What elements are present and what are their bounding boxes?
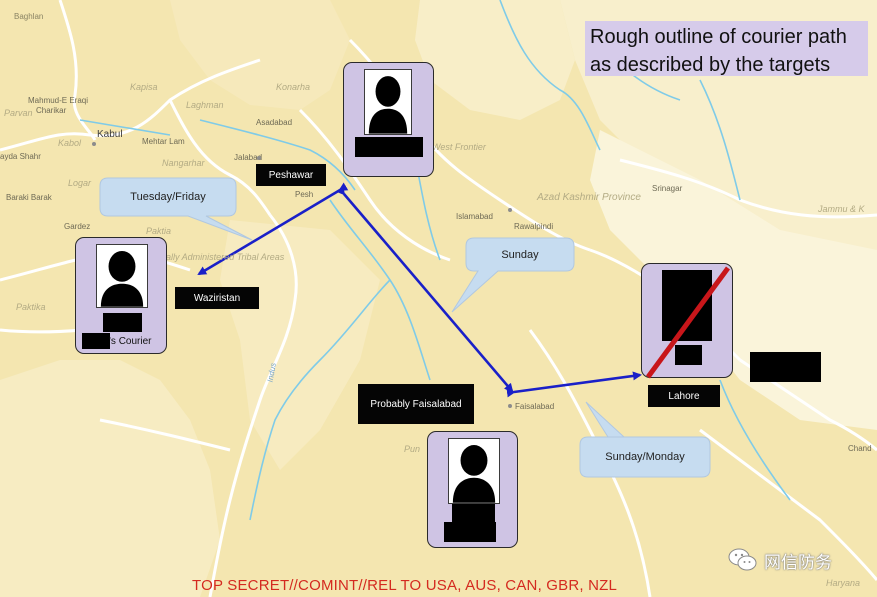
place-logar: Logar (68, 178, 92, 188)
card-waziristan: 's Courier (75, 237, 167, 354)
place-islamabad: Islamabad (456, 212, 493, 221)
place-kapisa: Kapisa (130, 82, 158, 92)
place-chand: Chand (848, 444, 872, 453)
place-administered-areas: ally Administered Tribal Areas (166, 252, 285, 262)
callout-sunday: Sunday (501, 248, 539, 261)
place-parvan: Parvan (4, 108, 33, 118)
place-gardez: Gardez (64, 222, 91, 231)
place-charikar: Charikar (36, 106, 67, 115)
redacted-block (355, 137, 423, 157)
place-kabul: Kabul (97, 129, 123, 140)
place-nangarhar: Nangarhar (162, 158, 205, 168)
place-kabol: Kabol (58, 138, 82, 148)
card-faisalabad (427, 431, 518, 548)
place-pesh: Pesh (295, 190, 314, 199)
label-waziristan: Waziristan (175, 287, 259, 309)
card-peshawar (343, 62, 434, 177)
person-silhouette-icon (96, 244, 148, 308)
city-dot-faisalabad (508, 404, 512, 408)
city-dot-jalabad (257, 156, 261, 160)
label-lahore: Lahore (648, 385, 720, 407)
redacted-block (444, 522, 496, 542)
place-west-frontier: West Frontier (432, 142, 486, 152)
strike-through-mark (645, 266, 731, 379)
place-baghlan: Baghlan (14, 12, 44, 21)
place-mahmud-e-eraqi: Mahmud-E Eraqi (28, 96, 89, 105)
place-jammu: Jammu & K (818, 204, 865, 214)
label-probably-faisalabad: Probably Faisalabad (358, 384, 474, 424)
callout-tuesday-friday: Tuesday/Friday (130, 191, 206, 203)
person-silhouette-icon (448, 438, 500, 504)
place-faisalabad: Faisalabad (515, 402, 555, 411)
place-haryana: Haryana (826, 578, 861, 588)
place-paktika: Paktika (16, 302, 46, 312)
place-ayda-shahr: ayda Shahr (0, 152, 41, 161)
redacted-block (750, 352, 821, 382)
redacted-block (103, 313, 142, 332)
place-konarha: Konarha (276, 82, 311, 92)
city-dot-islamabad (508, 208, 512, 212)
place-asadabad: Asadabad (256, 118, 293, 127)
person-silhouette-icon (364, 69, 412, 135)
place-baraki-barak: Baraki Barak (6, 193, 52, 202)
place-punjab: Pun (404, 444, 421, 454)
place-azad-kashmir: Azad Kashmir Province (537, 192, 641, 203)
redacted-block (452, 504, 495, 522)
redacted-block (82, 333, 110, 349)
wechat-icon (728, 548, 757, 571)
courier-caption: 's Courier (109, 336, 152, 347)
watermark-text: 网信防务 (764, 552, 832, 573)
place-laghman: Laghman (186, 100, 224, 110)
label-peshawar: Peshawar (256, 164, 326, 186)
place-srinagar: Srinagar (652, 184, 683, 193)
place-paktia: Paktia (146, 226, 172, 236)
place-rawalpindi: Rawalpindi (514, 222, 554, 231)
slide-title: Rough outline of courier path as describ… (590, 26, 847, 76)
place-mehtar-lam: Mehtar Lam (142, 137, 185, 146)
card-lahore (641, 263, 733, 379)
classification-marking: TOP SECRET//COMINT//REL TO USA, AUS, CAN… (192, 577, 618, 594)
city-dot-kabul (92, 142, 96, 146)
watermark: 网信防务 (728, 547, 832, 573)
callout-sunday-monday: Sunday/Monday (605, 451, 685, 463)
